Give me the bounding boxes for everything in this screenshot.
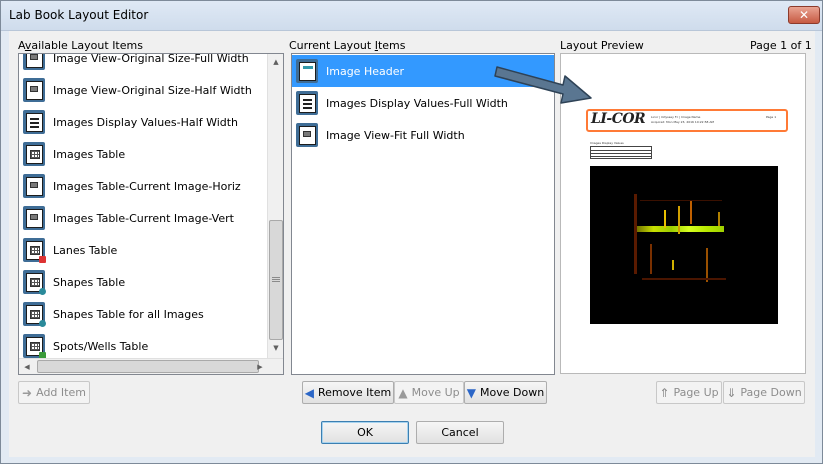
page-indicator: Page 1 of 1 xyxy=(750,39,812,52)
remove-arrow-icon: ◀ xyxy=(304,385,315,400)
page-up-button[interactable]: ⇑ Page Up xyxy=(656,381,722,404)
list-item-label: Image View-Fit Full Width xyxy=(326,128,465,142)
up-arrow-icon: ▲ xyxy=(398,385,408,400)
list-item[interactable]: Lanes Table xyxy=(19,234,265,266)
available-items-list[interactable]: Image View-Original Size-Full Width Image… xyxy=(18,53,284,375)
list-item[interactable]: Shapes Table for all Images xyxy=(19,298,265,330)
horizontal-scroll-thumb[interactable] xyxy=(37,360,259,373)
ok-button[interactable]: OK xyxy=(321,421,409,444)
cancel-button[interactable]: Cancel xyxy=(416,421,504,444)
list-item[interactable]: Image View-Original Size-Full Width xyxy=(19,53,265,74)
dialog-window: Lab Book Layout Editor ✕ Available Layou… xyxy=(0,0,823,464)
available-vertical-scrollbar[interactable]: ▲ ▼ xyxy=(267,54,283,358)
list-item[interactable]: Image View-Fit Full Width xyxy=(292,119,554,151)
scroll-down-arrow-icon[interactable]: ▼ xyxy=(268,344,283,352)
list-item[interactable]: Images Display Values-Half Width xyxy=(19,106,265,138)
list-item-label: Shapes Table for all Images xyxy=(53,307,204,321)
list-item-label: Images Table-Current Image-Vert xyxy=(53,211,234,225)
page-down-button[interactable]: ⇓ Page Down xyxy=(723,381,805,404)
lanes-table-icon xyxy=(23,238,46,263)
move-up-button[interactable]: ▲ Move Up xyxy=(394,381,464,404)
list-item-label: Spots/Wells Table xyxy=(53,339,149,353)
preview-page-number: Page 1 xyxy=(766,115,777,119)
list-item[interactable]: Images Table-Current Image-Vert xyxy=(19,202,265,234)
preview-header-line1: Licor | Odyssey Fc | Image Name xyxy=(651,115,701,119)
list-item-label: Image View-Original Size-Full Width xyxy=(53,53,249,65)
list-item[interactable]: Images Table xyxy=(19,138,265,170)
scroll-left-arrow-icon[interactable]: ◀ xyxy=(22,363,32,371)
list-item-label: Lanes Table xyxy=(53,243,118,257)
shapes-table-icon xyxy=(23,270,46,295)
preview-section-title: Images Display Values xyxy=(590,141,624,145)
image-view-icon xyxy=(23,78,45,102)
list-item[interactable]: Images Table-Current Image-Horiz xyxy=(19,170,265,202)
image-table-icon xyxy=(23,174,45,198)
page-up-icon: ⇑ xyxy=(659,385,670,400)
display-values-icon xyxy=(23,110,45,134)
image-view-icon xyxy=(23,54,45,70)
table-icon xyxy=(23,142,45,166)
preview-blot-image xyxy=(590,166,778,324)
title-bar: Lab Book Layout Editor ✕ xyxy=(1,1,822,31)
preview-logo: LI-COR xyxy=(591,111,646,127)
list-item-label: Images Table xyxy=(53,147,126,161)
list-item-label: Images Display Values-Half Width xyxy=(53,115,239,129)
close-icon: ✕ xyxy=(798,8,810,22)
list-item[interactable]: Shapes Table xyxy=(19,266,265,298)
scroll-up-arrow-icon[interactable]: ▲ xyxy=(268,58,283,66)
scroll-thumb[interactable] xyxy=(269,220,283,340)
add-item-button[interactable]: ➜ Add Item xyxy=(18,381,90,404)
down-arrow-icon: ▼ xyxy=(466,385,477,400)
image-table-icon xyxy=(23,206,45,230)
current-items-heading: Current Layout Items xyxy=(289,39,406,52)
list-item-label: Shapes Table xyxy=(53,275,126,289)
close-button[interactable]: ✕ xyxy=(788,6,820,24)
list-item-label: Images Display Values-Full Width xyxy=(326,96,508,110)
window-title: Lab Book Layout Editor xyxy=(9,8,149,22)
list-item-label: Image View-Original Size-Half Width xyxy=(53,83,252,97)
available-items-heading: Available Layout Items xyxy=(18,39,143,52)
list-item-label: Images Table-Current Image-Horiz xyxy=(53,179,241,193)
shapes-table-icon xyxy=(23,302,46,327)
layout-preview-heading: Layout Preview xyxy=(560,39,644,52)
remove-item-button[interactable]: ◀ Remove Item xyxy=(302,381,394,404)
list-item[interactable]: Image View-Original Size-Half Width xyxy=(19,74,265,106)
display-values-icon xyxy=(296,91,318,115)
available-horizontal-scrollbar[interactable]: ◀ ▶ xyxy=(19,358,283,374)
page-down-icon: ⇓ xyxy=(726,385,737,400)
scroll-right-arrow-icon[interactable]: ▶ xyxy=(255,363,265,371)
list-item-label: Image Header xyxy=(326,64,404,78)
image-header-icon xyxy=(296,59,318,83)
image-view-icon xyxy=(296,123,318,147)
preview-values-table xyxy=(590,146,652,159)
move-down-button[interactable]: ▼ Move Down xyxy=(464,381,547,404)
add-arrow-icon: ➜ xyxy=(22,385,33,400)
dialog-body: Available Layout Items Current Layout It… xyxy=(9,31,815,457)
annotation-arrow-icon xyxy=(494,66,592,104)
spots-table-icon xyxy=(23,334,46,359)
preview-header-line2: Acquired: Mon May 23, 2016 10:22:58 AM xyxy=(651,120,714,124)
